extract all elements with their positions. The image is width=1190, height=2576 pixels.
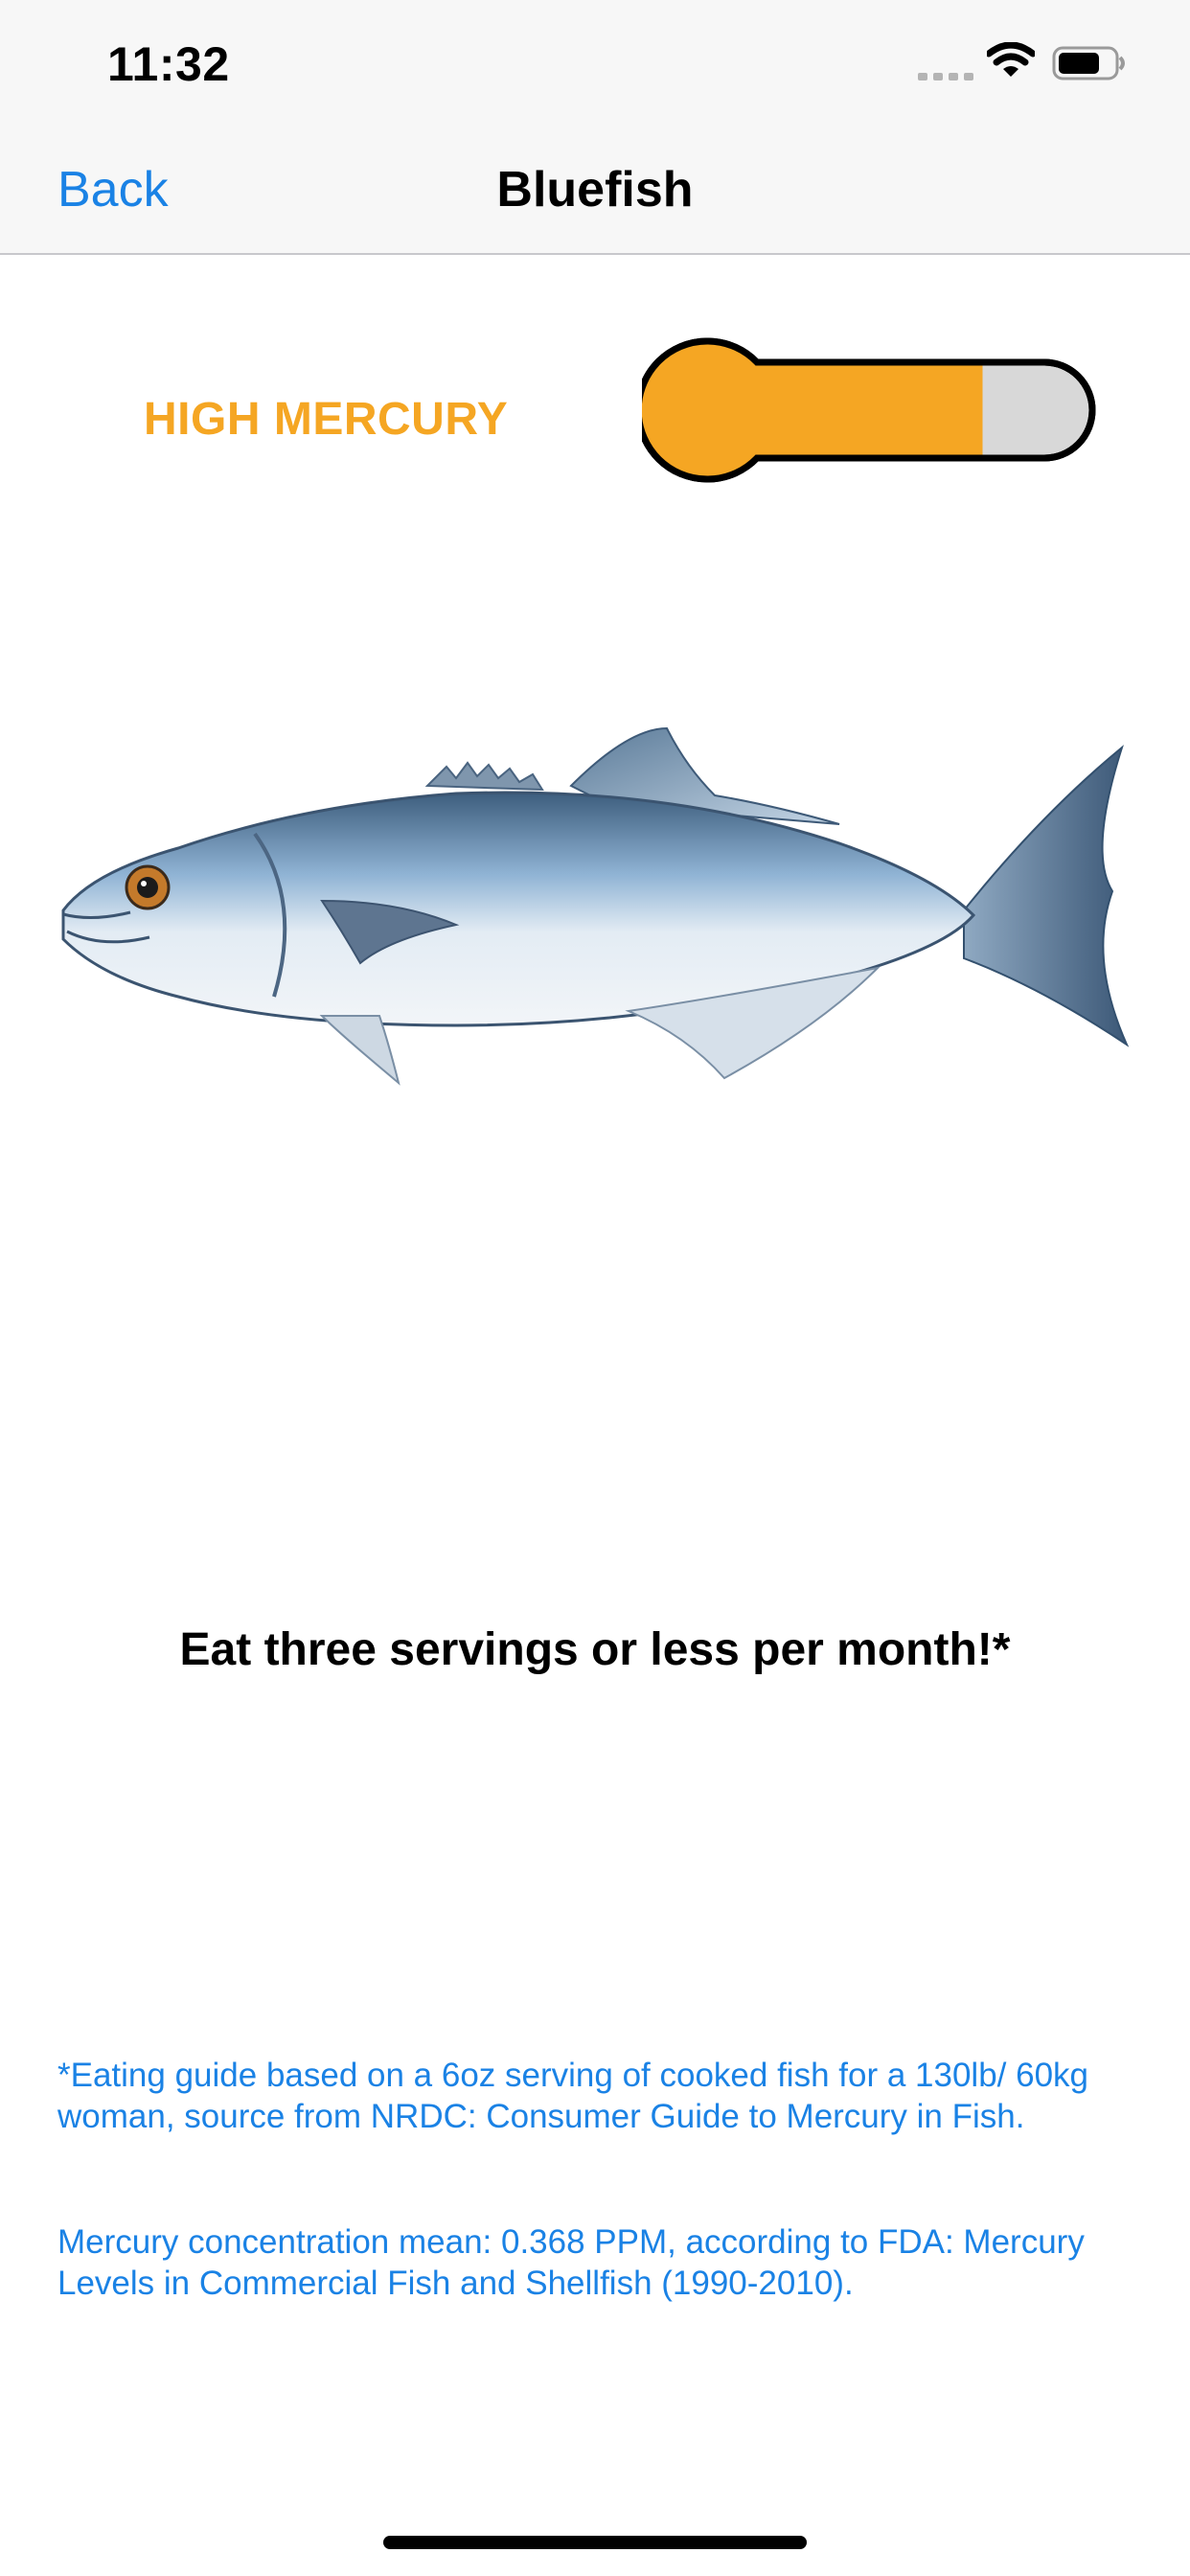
status-time: 11:32	[107, 37, 230, 91]
wifi-icon	[987, 42, 1035, 77]
mercury-thermometer-gauge	[642, 337, 1096, 483]
bluefish-illustration	[61, 726, 1130, 1086]
back-button[interactable]: Back	[57, 161, 169, 218]
eating-guide-footnote[interactable]: *Eating guide based on a 6oz serving of …	[57, 2055, 1131, 2137]
page-title: Bluefish	[496, 162, 694, 218]
mercury-level-label: HIGH MERCURY	[144, 394, 509, 445]
status-bar: 11:32	[0, 0, 1190, 126]
cellular-signal-icon	[918, 73, 973, 80]
home-indicator	[383, 2536, 807, 2549]
battery-icon	[1052, 46, 1125, 80]
navigation-bar: Bluefish Back	[0, 126, 1190, 255]
serving-advice: Eat three servings or less per month!*	[179, 1624, 1011, 1675]
mercury-concentration-footnote[interactable]: Mercury concentration mean: 0.368 PPM, a…	[57, 2221, 1131, 2304]
